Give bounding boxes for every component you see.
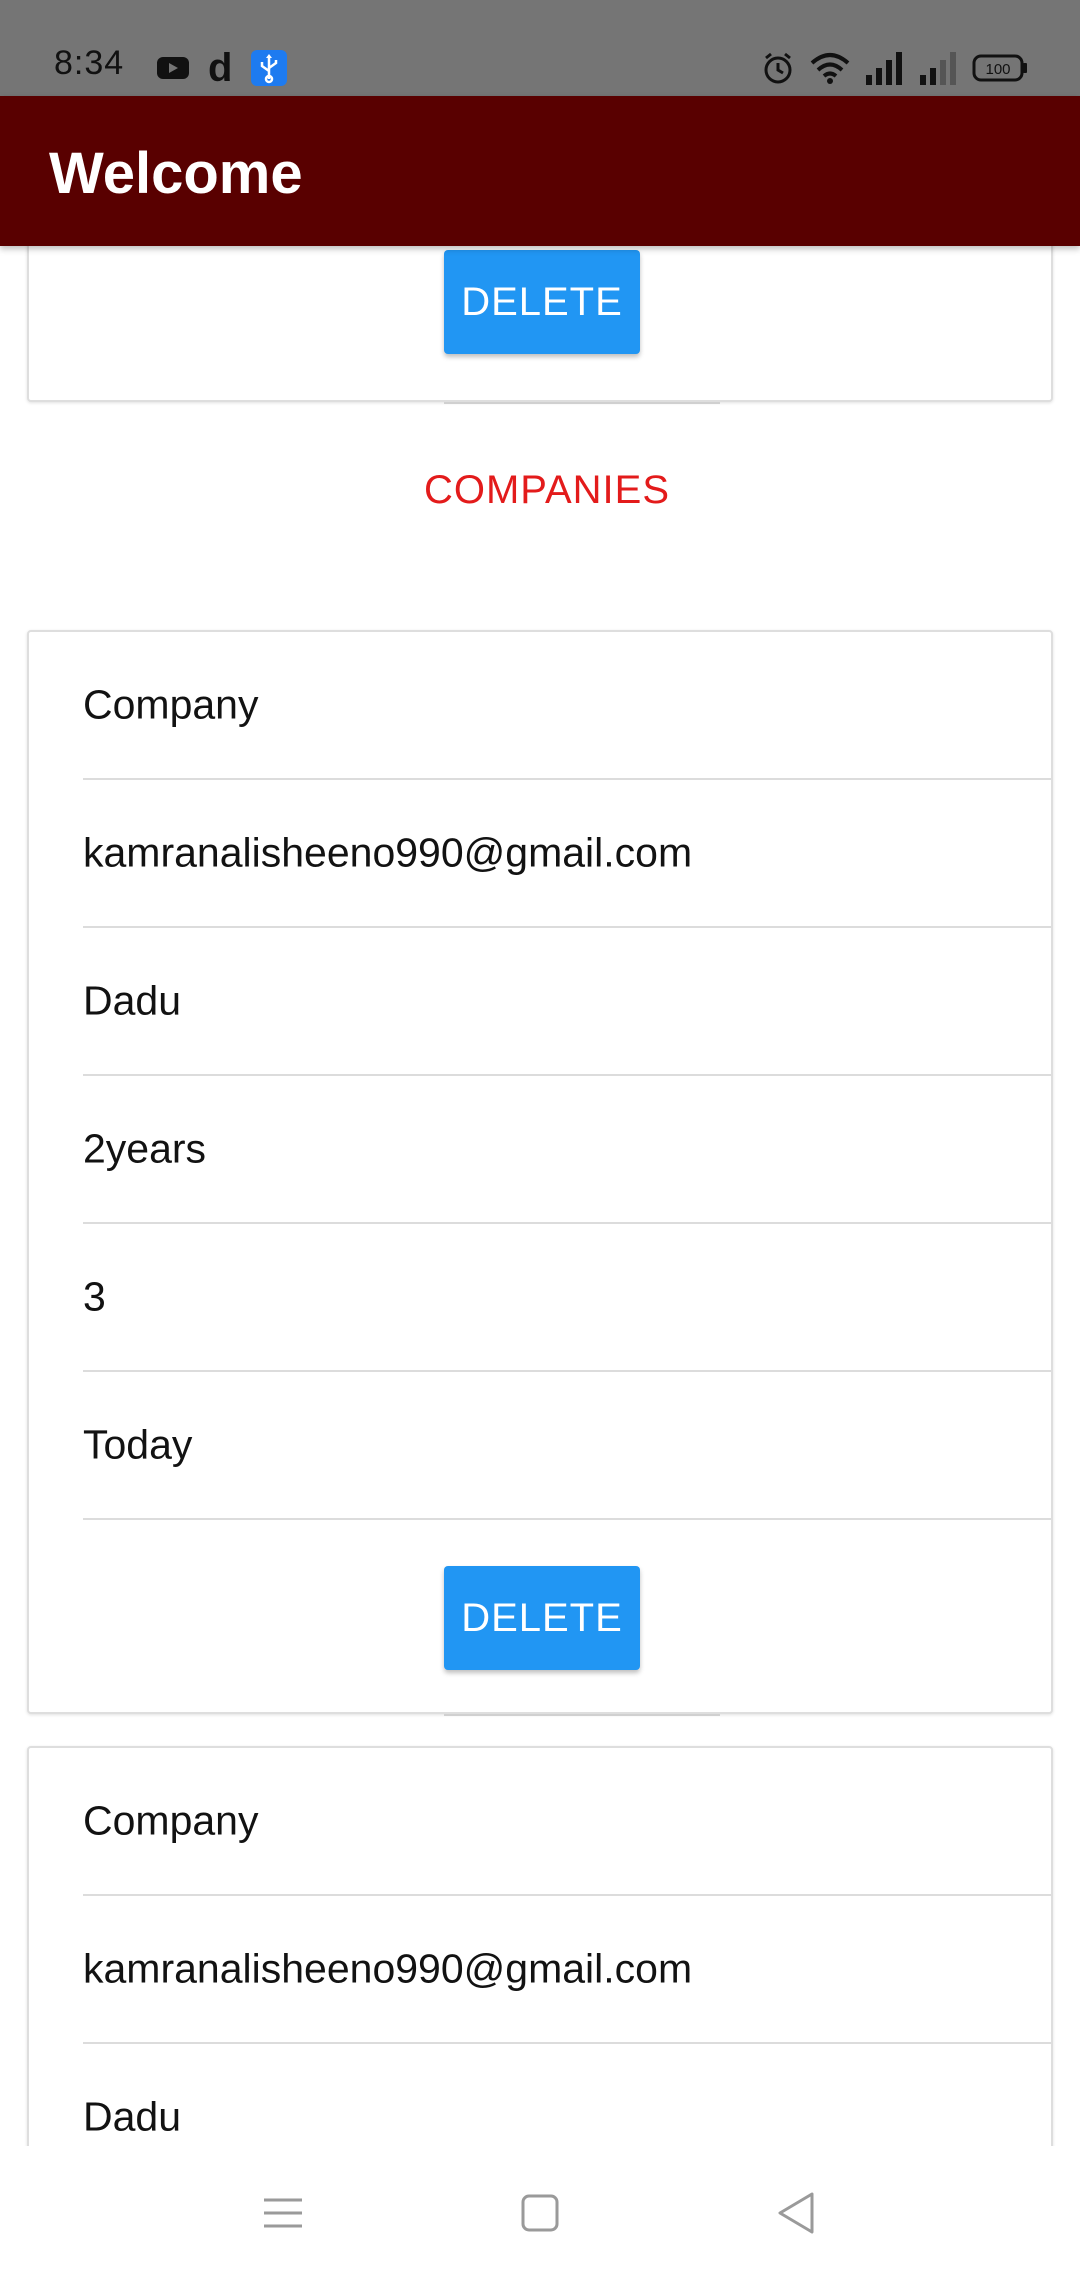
company-email: kamranalisheeno990@gmail.com bbox=[83, 1945, 693, 1992]
back-triangle-icon[interactable] bbox=[770, 2186, 824, 2240]
divider bbox=[444, 402, 720, 404]
company-name-row: Company bbox=[83, 632, 1051, 780]
app-title: Welcome bbox=[49, 141, 303, 206]
company-location-row: Dadu bbox=[83, 928, 1051, 1076]
companies-heading: COMPANIES bbox=[423, 468, 671, 512]
alarm-icon bbox=[764, 52, 792, 84]
d-app-icon: d bbox=[208, 46, 233, 90]
company-location: Dadu bbox=[83, 977, 182, 1024]
company-date: Today bbox=[83, 1421, 193, 1468]
company-email-row: kamranalisheeno990@gmail.com bbox=[83, 780, 1051, 928]
company-date-row: Today bbox=[83, 1372, 1051, 1520]
status-bar: 8:34 d 100 bbox=[0, 0, 1080, 96]
app-bar: Welcome bbox=[0, 96, 1080, 246]
home-square-icon[interactable] bbox=[513, 2186, 567, 2240]
divider bbox=[444, 1714, 720, 1716]
company-experience: 2years bbox=[83, 1125, 207, 1172]
content-scroll[interactable]: DELETE COMPANIES Company kamranalisheeno… bbox=[0, 246, 1080, 2146]
company-name-row: Company bbox=[83, 1748, 1051, 1896]
status-right-icons: 100 bbox=[760, 48, 1028, 88]
battery-level: 100 bbox=[985, 61, 1010, 78]
company-card: DELETE bbox=[27, 246, 1053, 404]
menu-icon[interactable] bbox=[256, 2186, 310, 2240]
status-left-icons: d bbox=[156, 48, 288, 88]
company-location: Dadu bbox=[83, 2093, 182, 2140]
battery-icon: 100 bbox=[972, 54, 1027, 82]
company-card: Company kamranalisheeno990@gmail.com Dad… bbox=[27, 1746, 1053, 2146]
signal-icon bbox=[866, 52, 902, 85]
usb-icon bbox=[251, 50, 288, 86]
wifi-icon bbox=[810, 53, 850, 84]
signal-weak-icon bbox=[920, 52, 956, 85]
status-time: 8:34 bbox=[54, 44, 125, 82]
company-email-row: kamranalisheeno990@gmail.com bbox=[83, 1896, 1051, 2044]
navigation-bar bbox=[0, 2146, 1080, 2280]
delete-button[interactable]: DELETE bbox=[444, 1566, 640, 1670]
company-email: kamranalisheeno990@gmail.com bbox=[83, 829, 693, 876]
company-count: 3 bbox=[83, 1273, 106, 1320]
company-location-row: Dadu bbox=[83, 2044, 1051, 2146]
youtube-icon bbox=[157, 57, 189, 79]
company-count-row: 3 bbox=[83, 1224, 1051, 1372]
company-card: Company kamranalisheeno990@gmail.com Dad… bbox=[27, 630, 1053, 1716]
company-name: Company bbox=[83, 1797, 259, 1844]
company-experience-row: 2years bbox=[83, 1076, 1051, 1224]
company-name: Company bbox=[83, 681, 259, 728]
delete-button[interactable]: DELETE bbox=[444, 250, 640, 354]
